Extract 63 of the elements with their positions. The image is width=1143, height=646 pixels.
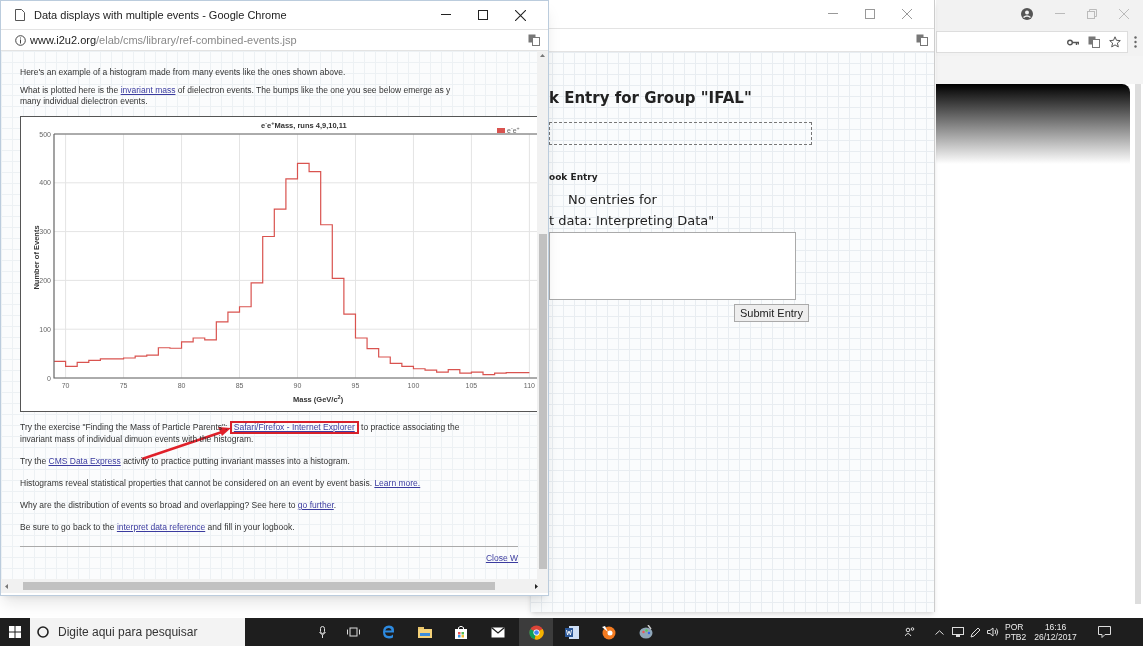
- clock-date[interactable]: 26/12/2017: [1034, 632, 1077, 642]
- scroll-left-icon[interactable]: [5, 583, 8, 589]
- link[interactable]: Safari/Firefox - Internet Explorer: [233, 422, 355, 432]
- link[interactable]: invariant mass: [120, 85, 176, 95]
- shopping-bag-icon[interactable]: [455, 625, 467, 639]
- menu-icon[interactable]: [1134, 36, 1137, 48]
- translate-icon[interactable]: [1088, 36, 1100, 48]
- speaker-icon[interactable]: [987, 627, 999, 637]
- close-icon[interactable]: [515, 9, 526, 21]
- paragraph-text: Be sure to go back to the interpret data reference and fill in your logbook.: [20, 522, 296, 533]
- url-text[interactable]: www.i2u2.org/elab/cms/library/ref-combined-events.jsp: [30, 31, 297, 49]
- document-icon[interactable]: [565, 625, 579, 639]
- window-title: Data displays with multiple events - Google Chrome: [34, 7, 287, 23]
- scroll-up-icon[interactable]: [540, 54, 545, 57]
- language-text[interactable]: POR: [1005, 622, 1024, 632]
- browser-e-icon[interactable]: [382, 625, 396, 639]
- link[interactable]: interpret data reference: [116, 522, 206, 532]
- chevron-up-icon[interactable]: [935, 629, 944, 635]
- account-icon[interactable]: [1021, 8, 1033, 20]
- search-field[interactable]: Digite aqui para pesquisar: [30, 618, 245, 646]
- paragraph-text: Histograms reveal statistical properties that cannot be considered on an event by event basis. Learn more.: [20, 478, 422, 489]
- task-view-icon[interactable]: [347, 627, 360, 637]
- maximize-icon[interactable]: [478, 10, 488, 20]
- keyboard-layout-text[interactable]: PTB2: [1005, 632, 1027, 642]
- info-icon[interactable]: [15, 34, 26, 46]
- windows-logo-icon[interactable]: [9, 626, 21, 638]
- microphone-icon[interactable]: [319, 626, 326, 638]
- link[interactable]: CMS Data Express: [48, 456, 121, 466]
- minimize-icon[interactable]: [441, 14, 451, 16]
- translate-icon[interactable]: [528, 34, 540, 46]
- paragraph-text: Why are the distribution of events so broad and overlapping? See here to go further.: [20, 500, 338, 511]
- network-icon[interactable]: [952, 627, 964, 637]
- link[interactable]: Learn more.: [374, 478, 421, 488]
- paint-palette-icon[interactable]: [638, 625, 653, 639]
- notification-icon[interactable]: [1097, 626, 1111, 638]
- page-heading: k Entry for Group "IFAL": [549, 88, 752, 108]
- link[interactable]: go further: [297, 500, 334, 510]
- status-text: t data: Interpreting Data": [549, 211, 715, 230]
- people-icon[interactable]: [905, 627, 915, 637]
- key-icon[interactable]: [1067, 38, 1079, 46]
- address-bar[interactable]: [936, 31, 1128, 53]
- pen-icon[interactable]: [970, 626, 981, 638]
- paragraph-text: Try the CMS Data Express activity to practice putting invariant masses into a histogram.: [20, 456, 351, 467]
- taskbar-app[interactable]: [519, 618, 553, 646]
- submit-button[interactable]: Submit Entry: [734, 303, 809, 322]
- folder-icon[interactable]: [418, 626, 432, 638]
- scroll-right-icon[interactable]: [535, 583, 538, 589]
- translate-icon[interactable]: [916, 34, 928, 46]
- section-label: ook Entry: [549, 171, 598, 184]
- envelope-icon[interactable]: [491, 626, 505, 638]
- round-logo-icon: [528, 624, 544, 640]
- input-field[interactable]: [549, 122, 812, 145]
- paragraph-text: Here's an example of a histogram made from many events like the ones shown above.: [20, 67, 347, 78]
- app-icon[interactable]: [601, 624, 616, 640]
- page-icon: [15, 9, 25, 21]
- circle-icon: [37, 626, 49, 638]
- scrollbar-thumb[interactable]: [538, 234, 547, 569]
- clock-time[interactable]: 16:16: [1044, 622, 1067, 632]
- star-icon[interactable]: [1109, 36, 1121, 48]
- scrollbar-thumb[interactable]: [23, 582, 495, 590]
- paragraph-text: What is plotted here is the invariant mass of dielectron events. The bumps like the one you see below emerge as y many individual dielectron events.: [20, 85, 452, 107]
- close-window-link[interactable]: Close W: [485, 553, 518, 564]
- status-text: No entries for: [568, 190, 657, 209]
